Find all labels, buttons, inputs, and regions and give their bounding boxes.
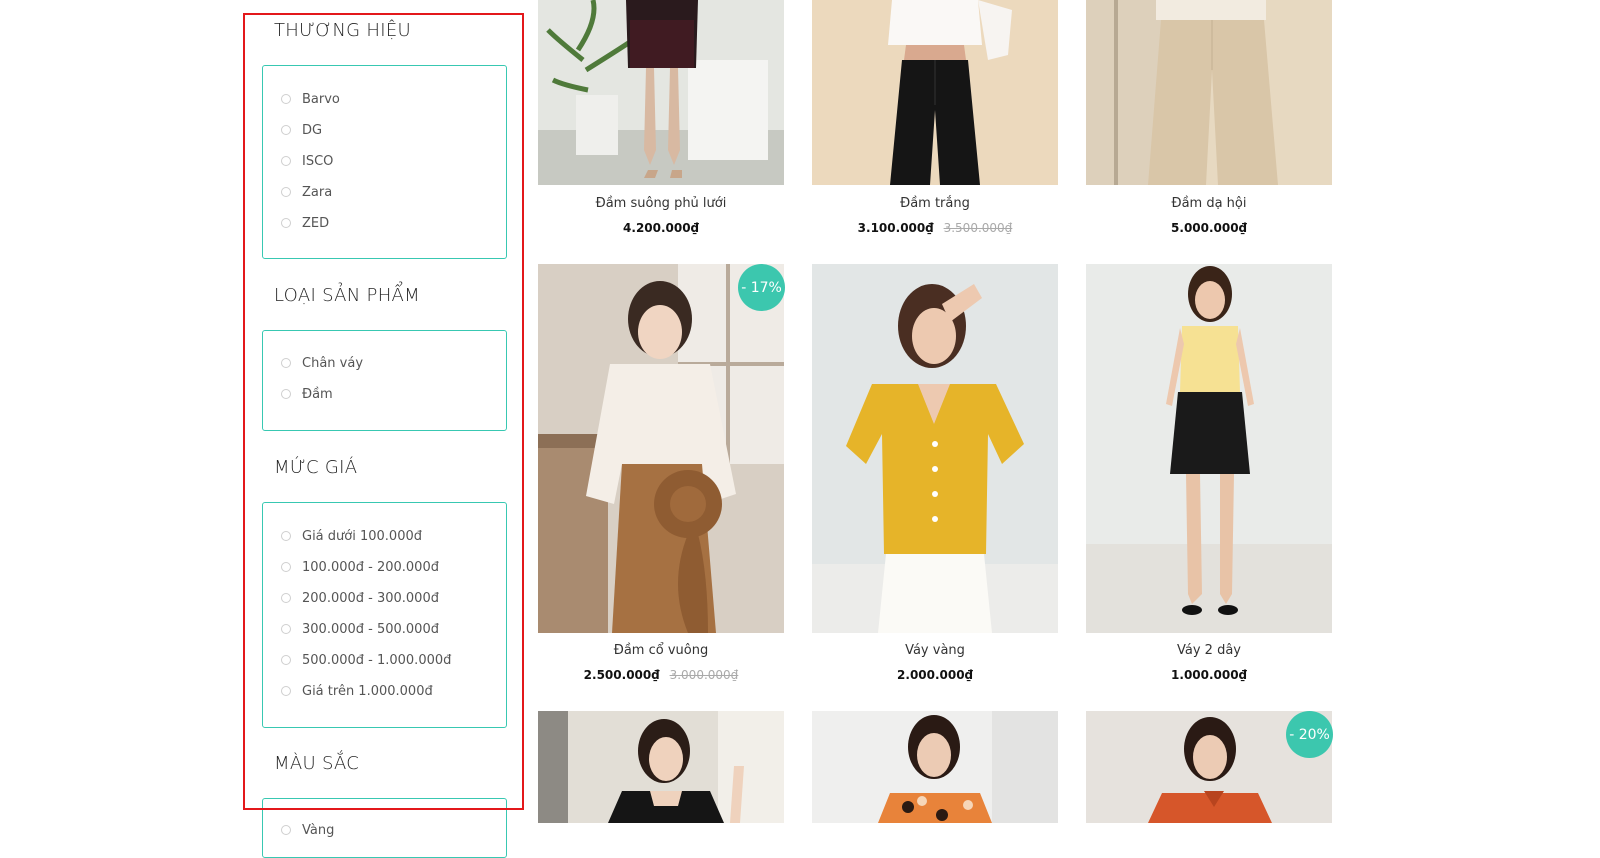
product-name[interactable]: Váy vàng bbox=[812, 643, 1058, 658]
product-image[interactable] bbox=[1086, 264, 1332, 633]
sale-badge: - 20% bbox=[1286, 711, 1333, 758]
current-price: 1.000.000₫ bbox=[1171, 668, 1247, 682]
product-price: 3.100.000₫ 3.500.000₫ bbox=[812, 221, 1058, 235]
current-price: 2.500.000₫ bbox=[583, 668, 660, 682]
old-price: 3.500.000₫ bbox=[943, 221, 1013, 235]
old-price: 3.000.000₫ bbox=[669, 668, 739, 682]
radio-icon[interactable] bbox=[281, 825, 291, 835]
product-price: 1.000.000₫ bbox=[1086, 668, 1332, 682]
selection-highlight-box bbox=[243, 13, 524, 810]
current-price: 4.200.000₫ bbox=[623, 221, 699, 235]
color-option-vang[interactable]: Vàng bbox=[281, 820, 334, 840]
product-name[interactable]: Đầm trắng bbox=[812, 196, 1058, 211]
product-name[interactable]: Đầm cổ vuông bbox=[538, 643, 784, 658]
product-image[interactable] bbox=[812, 264, 1058, 633]
product-image[interactable] bbox=[1086, 0, 1332, 185]
product-price: 2.500.000₫ 3.000.000₫ bbox=[538, 668, 784, 682]
current-price: 2.000.000₫ bbox=[897, 668, 973, 682]
product-image[interactable] bbox=[812, 711, 1058, 823]
product-name[interactable]: Đầm dạ hội bbox=[1086, 196, 1332, 211]
sale-badge: - 17% bbox=[738, 264, 785, 311]
product-image[interactable] bbox=[538, 0, 784, 185]
current-price: 5.000.000₫ bbox=[1171, 221, 1247, 235]
product-price: 5.000.000₫ bbox=[1086, 221, 1332, 235]
product-price: 4.200.000₫ bbox=[538, 221, 784, 235]
color-option-label: Vàng bbox=[302, 822, 335, 838]
product-image[interactable] bbox=[538, 264, 784, 633]
product-price: 2.000.000₫ bbox=[812, 668, 1058, 682]
product-image[interactable] bbox=[538, 711, 784, 823]
current-price: 3.100.000₫ bbox=[857, 221, 934, 235]
product-image[interactable] bbox=[812, 0, 1058, 185]
product-name[interactable]: Váy 2 dây bbox=[1086, 643, 1332, 658]
product-name[interactable]: Đầm suông phủ lưới bbox=[538, 196, 784, 211]
